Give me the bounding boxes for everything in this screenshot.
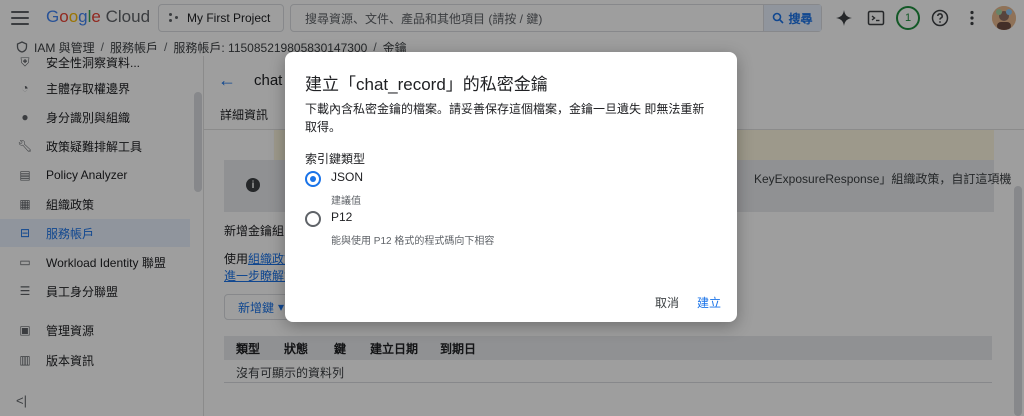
dialog-title: 建立「chat_record」的私密金鑰 (305, 75, 548, 94)
create-button[interactable]: 建立 (697, 294, 721, 311)
json-sublabel: 建議值 (331, 196, 361, 207)
key-type-p12-option[interactable]: P12 能與使用 P12 格式的程式碼向下相容 (305, 210, 494, 247)
key-type-json-option[interactable]: JSON 建議值 (305, 170, 363, 207)
p12-sublabel: 能與使用 P12 格式的程式碼向下相容 (331, 236, 495, 247)
p12-label: P12 (331, 210, 353, 224)
p12-radio[interactable] (305, 211, 321, 227)
cancel-button[interactable]: 取消 (655, 294, 679, 311)
json-label: JSON (331, 170, 364, 184)
json-radio[interactable] (305, 171, 321, 187)
create-private-key-dialog: 建立「chat_record」的私密金鑰 下載內含私密金鑰的檔案。請妥善保存這個… (285, 52, 737, 322)
key-type-label: 索引鍵類型 (305, 152, 366, 166)
dialog-description: 下載內含私密金鑰的檔案。請妥善保存這個檔案，金鑰一旦遺失 即無法重新取得。 (305, 102, 705, 134)
